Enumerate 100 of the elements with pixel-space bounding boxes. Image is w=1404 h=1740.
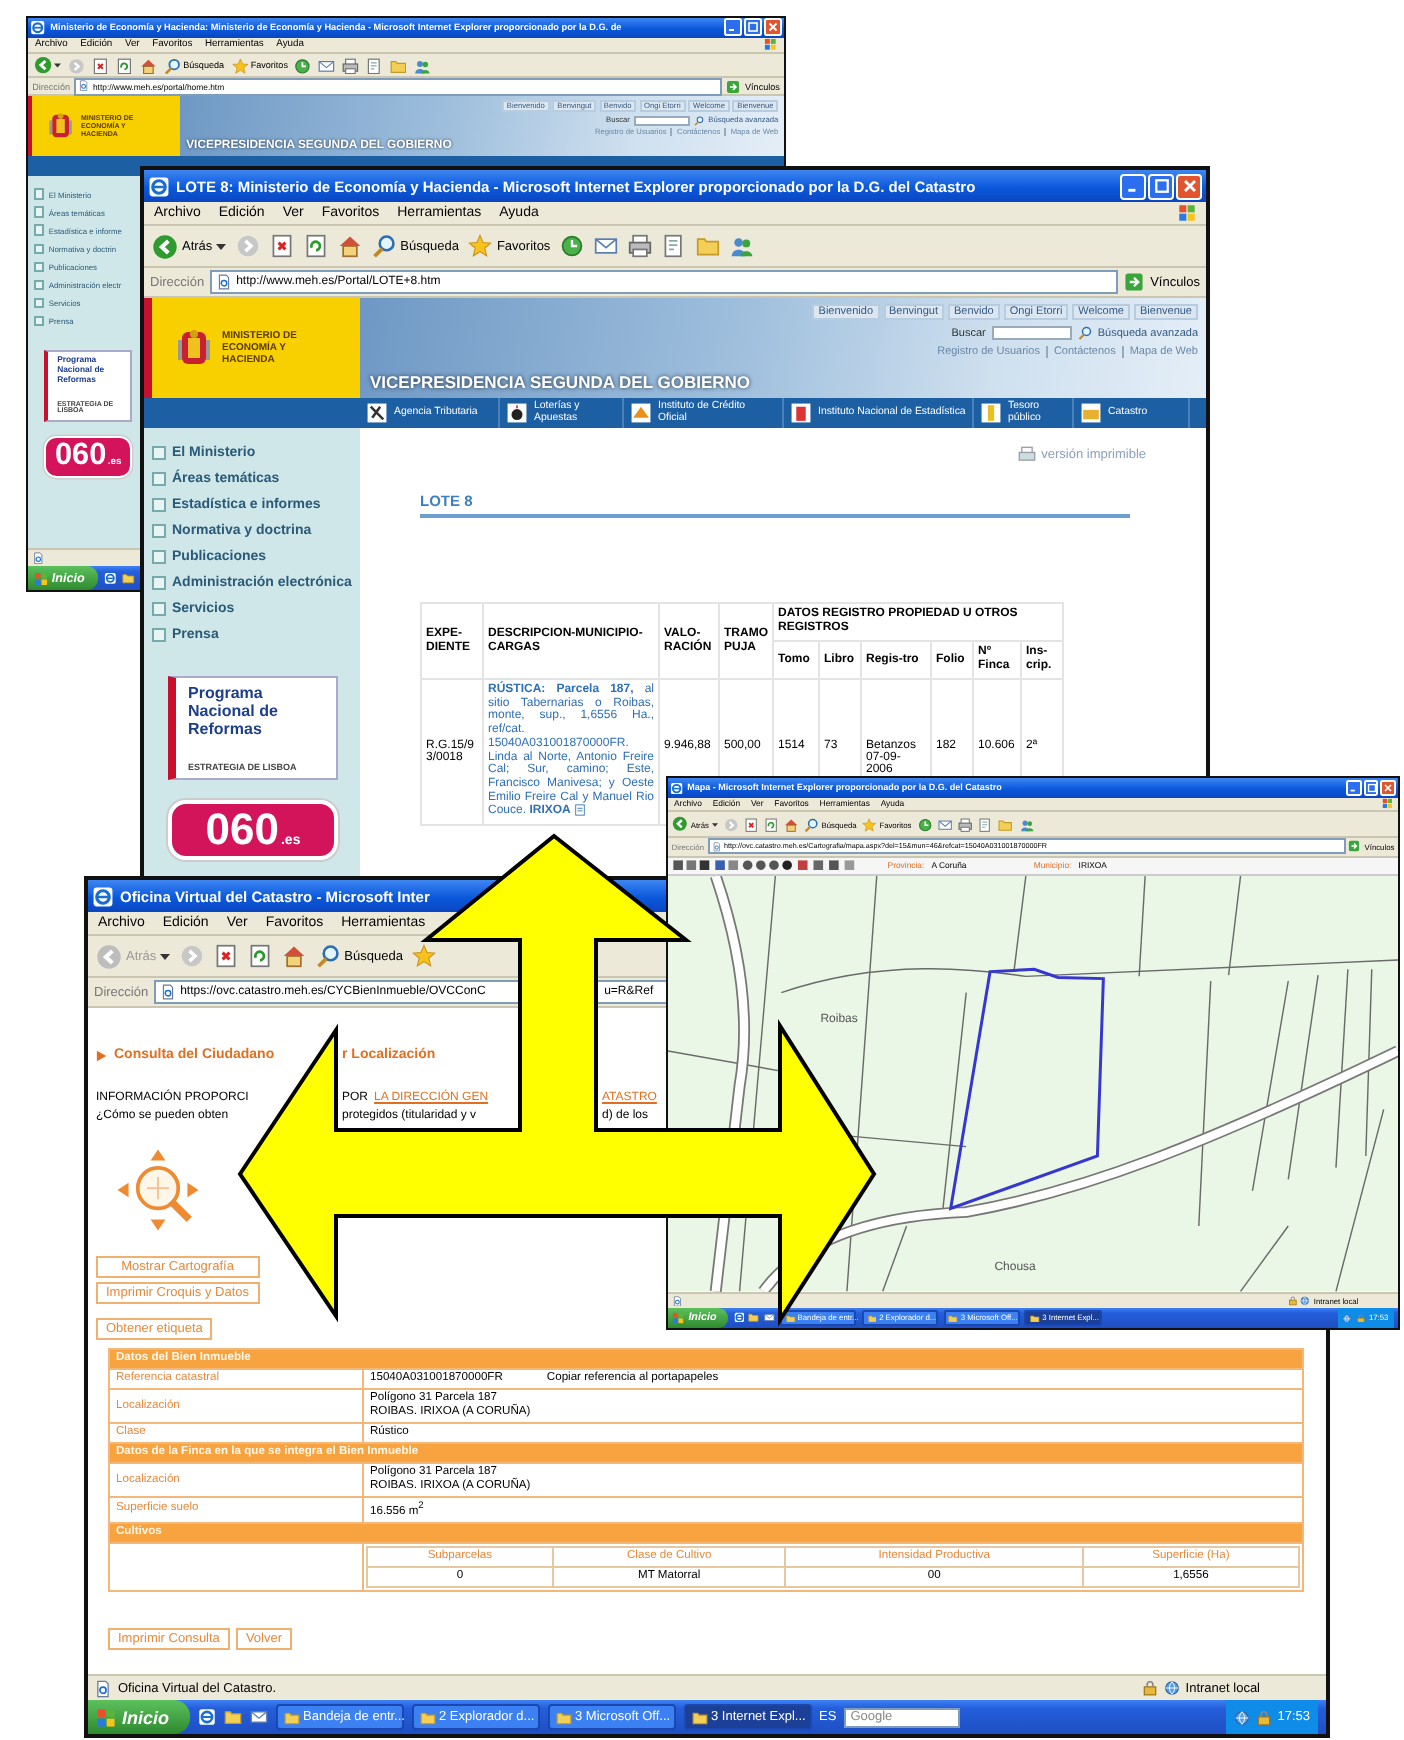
people-icon[interactable] — [413, 57, 431, 74]
browser-icon — [30, 20, 47, 36]
browser-icon[interactable] — [197, 1708, 216, 1726]
printer-icon — [1017, 446, 1036, 464]
service-icon — [980, 402, 1002, 424]
close-icon — [1381, 781, 1394, 794]
minimize-button[interactable] — [1120, 173, 1146, 199]
map-toolbar-drawing[interactable] — [671, 858, 857, 873]
refresh-icon[interactable] — [116, 57, 133, 74]
home-icon[interactable] — [784, 817, 799, 832]
go-icon[interactable] — [726, 79, 741, 94]
maximize-button[interactable] — [743, 18, 762, 37]
mail-icon[interactable] — [594, 234, 619, 258]
star-icon — [862, 817, 877, 832]
bullet-icon — [33, 315, 45, 327]
close-button[interactable] — [1176, 173, 1202, 199]
close-icon — [765, 20, 780, 35]
close-button[interactable] — [1380, 779, 1396, 796]
service-icon — [1080, 402, 1102, 424]
windows-logo-icon — [1381, 798, 1392, 810]
page-icon — [712, 841, 722, 852]
mail-icon[interactable] — [249, 1708, 268, 1726]
folder-icon[interactable] — [223, 1708, 242, 1726]
bullet-icon — [152, 524, 166, 538]
browser-icon — [670, 781, 684, 795]
star-icon — [468, 234, 493, 258]
folder-icon[interactable] — [122, 571, 136, 585]
search-icon — [316, 944, 341, 968]
printer-icon[interactable] — [628, 234, 653, 258]
caret-icon — [160, 951, 171, 961]
search-field[interactable] — [634, 115, 691, 126]
bullet-icon — [33, 297, 45, 309]
maximize-button[interactable] — [1363, 779, 1379, 796]
go-icon[interactable] — [1348, 840, 1361, 853]
browser-icon[interactable] — [733, 1312, 745, 1324]
mail-icon[interactable] — [937, 817, 953, 832]
history-icon[interactable] — [294, 57, 312, 74]
stop-icon[interactable] — [214, 944, 239, 968]
back-button[interactable] — [33, 56, 62, 75]
coat-of-arms-icon — [176, 328, 212, 368]
windows-logo-icon — [33, 571, 48, 586]
bullet-icon — [152, 576, 166, 590]
home-icon[interactable] — [282, 944, 307, 968]
back-arrow-icon — [33, 56, 52, 75]
maximize-button[interactable] — [1148, 173, 1174, 199]
star-icon[interactable] — [412, 944, 437, 968]
history-icon[interactable] — [917, 817, 932, 832]
printer-icon[interactable] — [342, 57, 360, 74]
minimize-button[interactable] — [1346, 779, 1363, 796]
bullet-icon — [33, 224, 45, 236]
folder-icon — [867, 1313, 877, 1323]
service-icon — [630, 402, 652, 424]
page-icon — [32, 551, 45, 565]
start-button[interactable]: Inicio — [88, 1700, 190, 1734]
bullet-icon — [152, 446, 166, 460]
search-icon — [804, 817, 820, 832]
mail-icon[interactable] — [764, 1312, 776, 1324]
stop-icon[interactable] — [92, 57, 110, 74]
mail-icon[interactable] — [318, 57, 336, 74]
service-icon — [790, 402, 812, 424]
search-icon — [372, 234, 397, 258]
home-icon[interactable] — [139, 57, 157, 74]
people-icon[interactable] — [730, 234, 755, 258]
refresh-icon[interactable] — [248, 944, 273, 968]
folder-icon — [283, 1709, 300, 1725]
browser-icon[interactable] — [104, 571, 117, 585]
edit-icon[interactable] — [366, 57, 384, 74]
logo-number: 060 — [54, 438, 107, 476]
printer-icon[interactable] — [958, 817, 973, 832]
stop-icon[interactable] — [743, 817, 759, 832]
page-icon — [78, 80, 91, 92]
bullet-icon — [33, 243, 45, 255]
minimize-button[interactable] — [723, 18, 743, 37]
refresh-icon[interactable] — [304, 234, 329, 258]
maximize-icon — [1365, 781, 1378, 794]
refresh-icon[interactable] — [764, 817, 779, 832]
history-icon[interactable] — [560, 234, 585, 258]
bullet-icon — [33, 261, 45, 273]
page-icon — [160, 984, 177, 1000]
lock-icon — [1141, 1680, 1158, 1696]
windows-logo-icon — [764, 38, 777, 52]
bullet-icon — [152, 498, 166, 512]
bullet-icon — [152, 472, 166, 486]
star-icon — [231, 57, 248, 74]
folder-icon[interactable] — [748, 1312, 760, 1324]
folder-icon — [691, 1709, 708, 1725]
close-button[interactable] — [763, 18, 782, 37]
stop-icon[interactable] — [270, 234, 295, 258]
bullet-icon — [152, 550, 166, 564]
search-field[interactable] — [991, 326, 1072, 340]
folder-icon — [785, 1313, 796, 1323]
folder-icon — [555, 1709, 572, 1725]
edit-icon[interactable] — [978, 817, 993, 832]
parcel-search-icon[interactable] — [112, 1144, 204, 1236]
edit-icon[interactable] — [662, 234, 687, 258]
home-icon[interactable] — [338, 234, 363, 258]
go-icon[interactable] — [1124, 272, 1145, 292]
people-icon[interactable] — [1019, 817, 1034, 832]
banner-title: VICEPRESIDENCIA SEGUNDA DEL GOBIERNO — [370, 372, 751, 392]
folder-icon — [948, 1313, 959, 1323]
